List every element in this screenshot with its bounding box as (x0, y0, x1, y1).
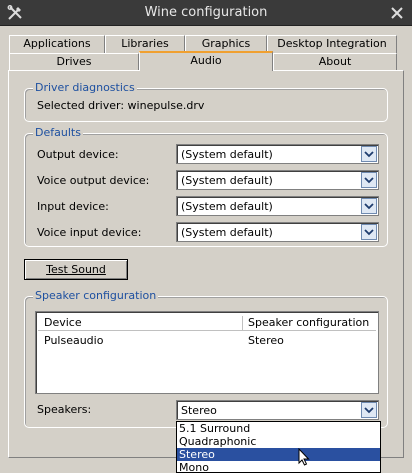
input-device-label: Input device: (37, 200, 109, 213)
tab-label: Applications (23, 37, 91, 50)
wine-config-window: Applications Libraries Graphics Desktop … (0, 26, 412, 473)
button-label: Test Sound (46, 263, 106, 276)
select-value: (System default) (181, 226, 273, 239)
column-separator[interactable] (242, 316, 243, 330)
tab-label: Graphics (201, 37, 251, 50)
select-value: (System default) (181, 148, 273, 161)
speakers-select[interactable]: Stereo (176, 400, 379, 420)
tab-label: Desktop Integration (277, 37, 387, 50)
window-title: Wine configuration (144, 5, 268, 20)
close-icon[interactable] (388, 4, 406, 22)
list-item[interactable]: Pulseaudio Stereo (38, 332, 376, 348)
chevron-down-icon[interactable] (361, 198, 377, 214)
list-header: Device Speaker configuration (38, 314, 376, 331)
select-value: (System default) (181, 200, 273, 213)
dropdown-option-selected[interactable]: Stereo (177, 448, 380, 461)
output-device-label: Output device: (37, 148, 119, 161)
tab-about[interactable]: About (273, 53, 397, 71)
mouse-cursor-icon (298, 448, 310, 466)
tab-audio[interactable]: Audio (139, 51, 273, 71)
group-title: Driver diagnostics (33, 81, 137, 94)
chevron-down-icon[interactable] (361, 402, 377, 418)
voice-input-device-select[interactable]: (System default) (176, 222, 379, 242)
column-header-speaker-configuration[interactable]: Speaker configuration (248, 316, 369, 329)
speakers-dropdown-list[interactable]: 5.1 Surround Quadraphonic Stereo Mono (176, 421, 381, 473)
chevron-down-icon[interactable] (361, 146, 377, 162)
dropdown-option[interactable]: 5.1 Surround (177, 422, 380, 435)
speakers-label: Speakers: (37, 403, 92, 416)
select-value: Stereo (181, 404, 217, 417)
tab-label: Drives (56, 55, 92, 68)
tab-label: Libraries (121, 37, 169, 50)
device-name: Pulseaudio (44, 334, 104, 347)
tab-desktop-integration[interactable]: Desktop Integration (267, 35, 397, 53)
speaker-configuration-group: Speaker configuration Device Speaker con… (24, 289, 388, 428)
select-value: (System default) (181, 174, 273, 187)
input-device-select[interactable]: (System default) (176, 196, 379, 216)
driver-diagnostics-group: Driver diagnostics Selected driver: wine… (24, 81, 388, 122)
tab-label: About (318, 55, 352, 68)
voice-output-device-label: Voice output device: (37, 174, 150, 187)
device-speaker-config: Stereo (248, 334, 284, 347)
chevron-down-icon[interactable] (361, 224, 377, 240)
tab-drives[interactable]: Drives (9, 53, 139, 71)
column-header-device[interactable]: Device (44, 316, 82, 329)
test-sound-button[interactable]: Test Sound (24, 259, 128, 280)
output-device-select[interactable]: (System default) (176, 144, 379, 164)
defaults-group: Defaults Output device: (System default)… (24, 126, 388, 247)
dropdown-option[interactable]: Quadraphonic (177, 435, 380, 448)
title-bar: Wine configuration (0, 0, 412, 26)
tab-applications[interactable]: Applications (9, 35, 105, 53)
voice-output-device-select[interactable]: (System default) (176, 170, 379, 190)
speaker-config-list[interactable]: Device Speaker configuration Pulseaudio … (35, 311, 379, 394)
chevron-down-icon[interactable] (361, 172, 377, 188)
dropdown-option[interactable]: Mono (177, 461, 380, 473)
tab-label: Audio (190, 54, 222, 67)
voice-input-device-label: Voice input device: (37, 226, 142, 239)
selected-driver-text: Selected driver: winepulse.drv (37, 99, 205, 112)
group-title: Defaults (33, 126, 83, 139)
group-title: Speaker configuration (33, 289, 159, 302)
